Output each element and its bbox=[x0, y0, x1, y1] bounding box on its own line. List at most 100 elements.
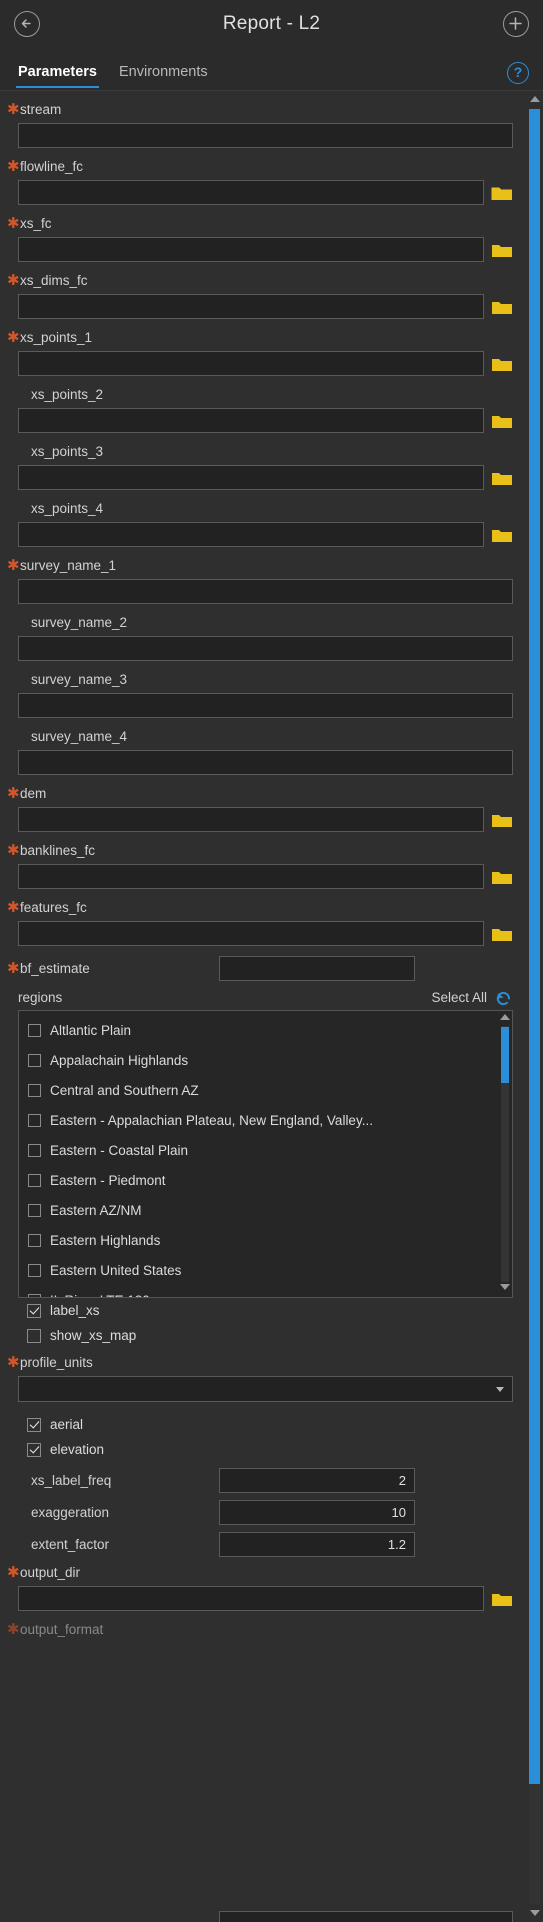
label-xs-label-freq: xs_label_freq bbox=[18, 1473, 219, 1488]
scroll-up-icon[interactable] bbox=[529, 96, 540, 102]
folder-icon[interactable] bbox=[491, 924, 513, 944]
extent-factor-input[interactable]: 1.2 bbox=[219, 1532, 415, 1557]
checkbox-icon[interactable] bbox=[27, 1417, 41, 1432]
output-dir-input[interactable] bbox=[18, 1586, 484, 1611]
checkbox-icon[interactable] bbox=[28, 1263, 41, 1277]
xs-fc-input[interactable] bbox=[18, 237, 484, 262]
folder-icon[interactable] bbox=[491, 240, 513, 260]
folder-icon[interactable] bbox=[491, 297, 513, 317]
field-xs-points-3: xs_points_3 bbox=[18, 443, 513, 490]
help-icon[interactable]: ? bbox=[507, 62, 529, 84]
scroll-up-icon[interactable] bbox=[500, 1014, 510, 1024]
list-item[interactable]: Eastern - Appalachian Plateau, New Engla… bbox=[19, 1105, 512, 1135]
xs-dims-fc-input[interactable] bbox=[18, 294, 484, 319]
exaggeration-input[interactable]: 10 bbox=[219, 1500, 415, 1525]
dem-input[interactable] bbox=[18, 807, 484, 832]
label-flowline-fc: ✱ flowline_fc bbox=[7, 158, 513, 176]
survey-name-3-input[interactable] bbox=[18, 693, 513, 718]
list-item[interactable]: Central and Southern AZ bbox=[19, 1075, 512, 1105]
input-row-survey-name-4 bbox=[18, 750, 513, 775]
bf-estimate-input[interactable] bbox=[219, 956, 415, 981]
parameters-scroll-area[interactable]: ✱ stream ✱ flowline_fc ✱ xs_fc ✱ xs_dims… bbox=[0, 90, 543, 1922]
select-all-link[interactable]: Select All bbox=[431, 990, 487, 1005]
checkbox-row-elevation[interactable]: elevation bbox=[27, 1437, 513, 1462]
folder-icon[interactable] bbox=[491, 525, 513, 545]
list-item[interactable]: Eastern Highlands bbox=[19, 1225, 512, 1255]
pane-scrollbar[interactable] bbox=[526, 91, 543, 1922]
tab-environments[interactable]: Environments bbox=[117, 64, 210, 88]
folder-icon[interactable] bbox=[491, 867, 513, 887]
scrollbar-thumb[interactable] bbox=[529, 109, 540, 1784]
xs-label-freq-input[interactable]: 2 bbox=[219, 1468, 415, 1493]
field-stream: ✱ stream bbox=[7, 101, 513, 148]
list-item[interactable]: IL River LTE 120 bbox=[19, 1285, 512, 1297]
input-row-xs-points-4 bbox=[18, 522, 513, 547]
field-label-text: output_format bbox=[20, 1622, 104, 1637]
folder-icon[interactable] bbox=[491, 1589, 513, 1609]
checkbox-icon[interactable] bbox=[28, 1113, 41, 1127]
reset-arrow-icon[interactable] bbox=[494, 988, 513, 1007]
folder-icon[interactable] bbox=[491, 411, 513, 431]
checkbox-icon[interactable] bbox=[28, 1293, 41, 1297]
output-format-input[interactable] bbox=[219, 1911, 513, 1922]
banklines-fc-input[interactable] bbox=[18, 864, 484, 889]
xs-points-2-input[interactable] bbox=[18, 408, 484, 433]
field-survey-name-1: ✱ survey_name_1 bbox=[7, 557, 513, 604]
label-xs-fc: ✱ xs_fc bbox=[7, 215, 513, 233]
xs-points-1-input[interactable] bbox=[18, 351, 484, 376]
profile-units-dropdown[interactable] bbox=[18, 1376, 513, 1402]
survey-name-1-input[interactable] bbox=[18, 579, 513, 604]
xs-points-4-input[interactable] bbox=[18, 522, 484, 547]
scrollbar-thumb[interactable] bbox=[501, 1027, 509, 1083]
plus-icon[interactable] bbox=[503, 11, 529, 37]
checkbox-icon[interactable] bbox=[28, 1233, 41, 1247]
list-item[interactable]: Eastern United States bbox=[19, 1255, 512, 1285]
label-survey-name-1: ✱ survey_name_1 bbox=[7, 557, 513, 575]
field-label-text: survey_name_3 bbox=[31, 672, 128, 687]
regions-header: regions Select All bbox=[18, 988, 513, 1007]
survey-name-2-input[interactable] bbox=[18, 636, 513, 661]
pane-titlebar: Report - L2 bbox=[0, 0, 543, 48]
stream-input[interactable] bbox=[18, 123, 513, 148]
checkbox-row-aerial[interactable]: aerial bbox=[27, 1412, 513, 1437]
chevron-down-icon[interactable] bbox=[496, 1386, 504, 1392]
checkbox-icon[interactable] bbox=[28, 1053, 41, 1067]
required-asterisk: ✱ bbox=[7, 215, 20, 232]
field-dem: ✱ dem bbox=[7, 785, 513, 832]
list-item[interactable]: Eastern - Coastal Plain bbox=[19, 1135, 512, 1165]
field-label-text: xs_points_1 bbox=[20, 330, 93, 345]
checkbox-icon[interactable] bbox=[28, 1023, 41, 1037]
features-fc-input[interactable] bbox=[18, 921, 484, 946]
scroll-down-icon[interactable] bbox=[500, 1284, 510, 1294]
list-item[interactable]: Eastern AZ/NM bbox=[19, 1195, 512, 1225]
checkbox-icon[interactable] bbox=[27, 1303, 41, 1318]
checkbox-row-show-xs-map[interactable]: show_xs_map bbox=[27, 1323, 513, 1348]
regions-listbox[interactable]: Altlantic Plain Appalachain Highlands Ce… bbox=[18, 1010, 513, 1298]
field-label-text: flowline_fc bbox=[20, 159, 84, 174]
back-arrow-icon[interactable] bbox=[14, 11, 40, 37]
required-asterisk: ✱ bbox=[7, 557, 20, 574]
list-item[interactable]: Appalachain Highlands bbox=[19, 1045, 512, 1075]
checkbox-icon[interactable] bbox=[28, 1173, 41, 1187]
input-row-survey-name-3 bbox=[18, 693, 513, 718]
xs-points-3-input[interactable] bbox=[18, 465, 484, 490]
regions-scrollbar[interactable] bbox=[498, 1011, 512, 1297]
checkbox-icon[interactable] bbox=[28, 1083, 41, 1097]
scroll-down-icon[interactable] bbox=[529, 1910, 540, 1916]
tab-parameters[interactable]: Parameters bbox=[16, 64, 99, 88]
flowline-fc-input[interactable] bbox=[18, 180, 484, 205]
checkbox-icon[interactable] bbox=[28, 1203, 41, 1217]
checkbox-icon[interactable] bbox=[27, 1328, 41, 1343]
survey-name-4-input[interactable] bbox=[18, 750, 513, 775]
folder-icon[interactable] bbox=[491, 468, 513, 488]
checkbox-icon[interactable] bbox=[28, 1143, 41, 1157]
list-item[interactable]: Altlantic Plain bbox=[19, 1015, 512, 1045]
folder-icon[interactable] bbox=[491, 810, 513, 830]
folder-icon[interactable] bbox=[491, 183, 513, 203]
list-item[interactable]: Eastern - Piedmont bbox=[19, 1165, 512, 1195]
folder-icon[interactable] bbox=[491, 354, 513, 374]
field-output-dir: ✱ output_dir bbox=[7, 1564, 513, 1611]
checkbox-row-label-xs[interactable]: label_xs bbox=[27, 1298, 513, 1323]
checkbox-icon[interactable] bbox=[27, 1442, 41, 1457]
field-bf-estimate: ✱ bf_estimate bbox=[7, 956, 513, 981]
